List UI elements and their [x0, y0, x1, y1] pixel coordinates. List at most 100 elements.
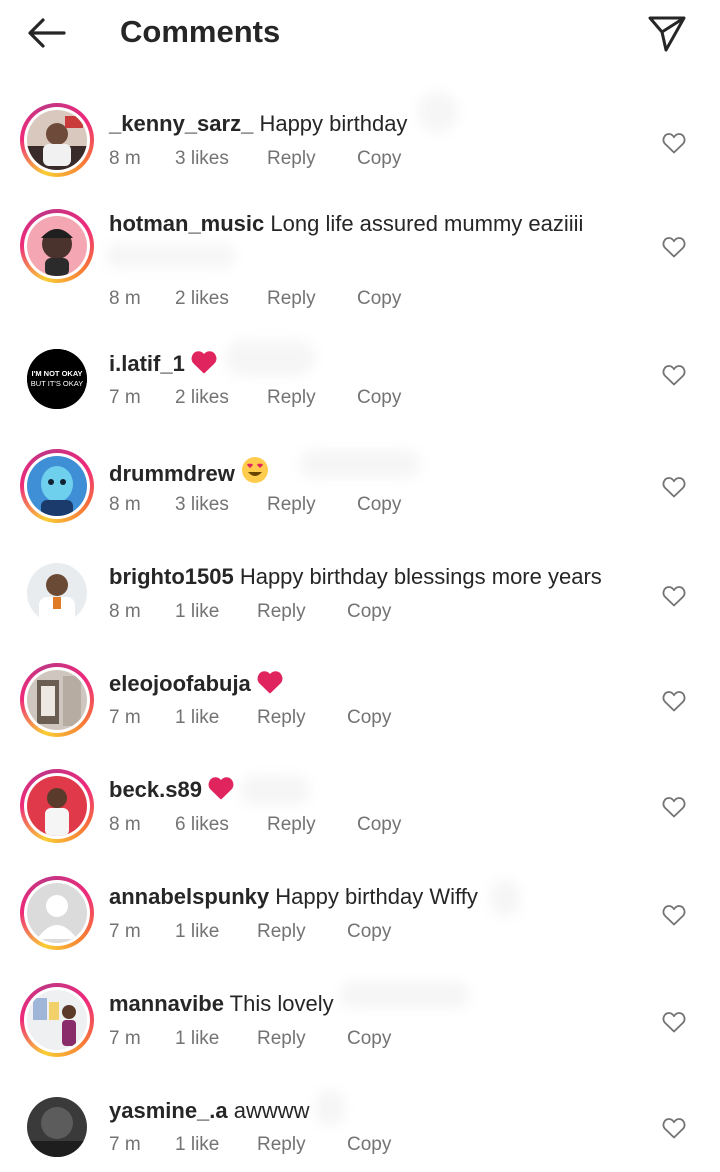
comment-time: 8 m — [109, 288, 141, 309]
avatar-story-ring[interactable] — [20, 449, 94, 523]
heart-outline-icon — [662, 237, 686, 262]
comment-body: _kenny_sarz_ Happy birthday — [109, 110, 407, 138]
avatar-story-ring[interactable] — [20, 876, 94, 950]
heart-outline-icon — [662, 133, 686, 158]
comment-username[interactable]: beck.s89 — [109, 777, 202, 802]
comment-time: 7 m — [109, 1134, 141, 1155]
header: Comments — [0, 0, 720, 66]
like-button[interactable] — [662, 1117, 686, 1139]
heart-outline-icon — [662, 477, 686, 502]
like-button[interactable] — [662, 690, 686, 712]
avatar-story-ring[interactable] — [20, 983, 94, 1057]
heart-outline-icon — [662, 797, 686, 822]
comment-text: Happy birthday Wiffy — [275, 884, 478, 909]
avatar-story-ring[interactable] — [20, 769, 94, 843]
comment-time: 7 m — [109, 707, 141, 728]
share-button[interactable] — [644, 10, 690, 56]
comment-username[interactable]: i.latif_1 — [109, 351, 185, 376]
comment-time: 8 m — [109, 494, 141, 515]
copy-button[interactable]: Copy — [357, 813, 401, 837]
avatar-story-ring[interactable] — [20, 209, 94, 283]
comment-likes[interactable]: 1 like — [175, 1133, 219, 1157]
red-heart-icon — [208, 776, 234, 807]
avatar-story-ring[interactable] — [20, 663, 94, 737]
comment-body: mannavibe This lovely — [109, 990, 334, 1018]
like-button[interactable] — [662, 476, 686, 498]
avatar[interactable]: I'M NOT OKAY BUT IT'S OKAY — [20, 342, 94, 416]
comment-meta: 8 m 1 like Reply Copy — [109, 600, 429, 624]
comment-username[interactable]: mannavibe — [109, 991, 224, 1016]
comment-username[interactable]: _kenny_sarz_ — [109, 111, 253, 136]
like-button[interactable] — [662, 1011, 686, 1033]
comment-meta: 8 m 2 likes Reply Copy — [109, 287, 429, 311]
copy-button[interactable]: Copy — [347, 706, 391, 730]
reply-button[interactable]: Reply — [257, 706, 306, 730]
comment-time: 7 m — [109, 387, 141, 408]
avatar-text: BUT IT'S OKAY — [31, 379, 83, 388]
comment-likes[interactable]: 1 like — [175, 1027, 219, 1051]
like-button[interactable] — [662, 585, 686, 607]
comment-text: awwww — [233, 1098, 310, 1123]
comment-likes[interactable]: 3 likes — [175, 493, 229, 517]
reply-button[interactable]: Reply — [267, 493, 316, 517]
copy-button[interactable]: Copy — [347, 600, 391, 624]
comment-meta: 7 m 1 like Reply Copy — [109, 1027, 429, 1051]
heart-outline-icon — [662, 905, 686, 930]
copy-button[interactable]: Copy — [347, 1133, 391, 1157]
comment-username[interactable]: yasmine_.a — [109, 1098, 228, 1123]
heart-eyes-icon — [241, 456, 269, 491]
avatar[interactable] — [20, 1090, 94, 1164]
avatar-image — [27, 883, 87, 943]
copy-button[interactable]: Copy — [357, 147, 401, 171]
reply-button[interactable]: Reply — [267, 386, 316, 410]
comment-body: eleojoofabuja — [109, 670, 283, 701]
avatar-story-ring[interactable] — [20, 103, 94, 177]
copy-button[interactable]: Copy — [357, 386, 401, 410]
comment-likes[interactable]: 1 like — [175, 920, 219, 944]
comment-meta: 8 m 3 likes Reply Copy — [109, 493, 429, 517]
comment-username[interactable]: eleojoofabuja — [109, 671, 251, 696]
like-button[interactable] — [662, 132, 686, 154]
comment-username[interactable]: brighto1505 — [109, 564, 234, 589]
comment-likes[interactable]: 3 likes — [175, 147, 229, 171]
avatar[interactable] — [20, 556, 94, 630]
like-button[interactable] — [662, 364, 686, 386]
copy-button[interactable]: Copy — [357, 493, 401, 517]
comment-body: drummdrew — [109, 456, 269, 491]
comment-username[interactable]: annabelspunky — [109, 884, 269, 909]
comment-meta: 8 m 6 likes Reply Copy — [109, 813, 429, 837]
comment-time: 8 m — [109, 148, 141, 169]
back-button[interactable] — [22, 12, 70, 54]
comment-body: brighto1505 Happy birthday blessings mor… — [109, 563, 602, 591]
reply-button[interactable]: Reply — [257, 1133, 306, 1157]
reply-button[interactable]: Reply — [267, 813, 316, 837]
comment-likes[interactable]: 2 likes — [175, 386, 229, 410]
avatar-image — [27, 990, 87, 1050]
like-button[interactable] — [662, 796, 686, 818]
copy-button[interactable]: Copy — [347, 920, 391, 944]
reply-button[interactable]: Reply — [257, 920, 306, 944]
like-button[interactable] — [662, 904, 686, 926]
like-button[interactable] — [662, 236, 686, 258]
comment-likes[interactable]: 6 likes — [175, 813, 229, 837]
comment-body: annabelspunky Happy birthday Wiffy — [109, 883, 478, 911]
copy-button[interactable]: Copy — [357, 287, 401, 311]
reply-button[interactable]: Reply — [257, 600, 306, 624]
comment-username[interactable]: hotman_music — [109, 211, 264, 236]
comment-likes[interactable]: 2 likes — [175, 287, 229, 311]
reply-button[interactable]: Reply — [267, 287, 316, 311]
copy-button[interactable]: Copy — [347, 1027, 391, 1051]
red-heart-icon — [191, 350, 217, 381]
comment-row: brighto1505 Happy birthday blessings mor… — [0, 547, 720, 647]
arrow-left-icon — [28, 18, 66, 48]
comment-likes[interactable]: 1 like — [175, 706, 219, 730]
comment-likes[interactable]: 1 like — [175, 600, 219, 624]
avatar-image — [27, 1097, 87, 1157]
reply-button[interactable]: Reply — [267, 147, 316, 171]
comment-row: eleojoofabuja 7 m 1 like Reply Copy — [0, 654, 720, 754]
comment-username[interactable]: drummdrew — [109, 461, 235, 486]
heart-outline-icon — [662, 1118, 686, 1143]
reply-button[interactable]: Reply — [257, 1027, 306, 1051]
comment-body: beck.s89 — [109, 776, 234, 807]
avatar-image: I'M NOT OKAY BUT IT'S OKAY — [27, 349, 87, 409]
